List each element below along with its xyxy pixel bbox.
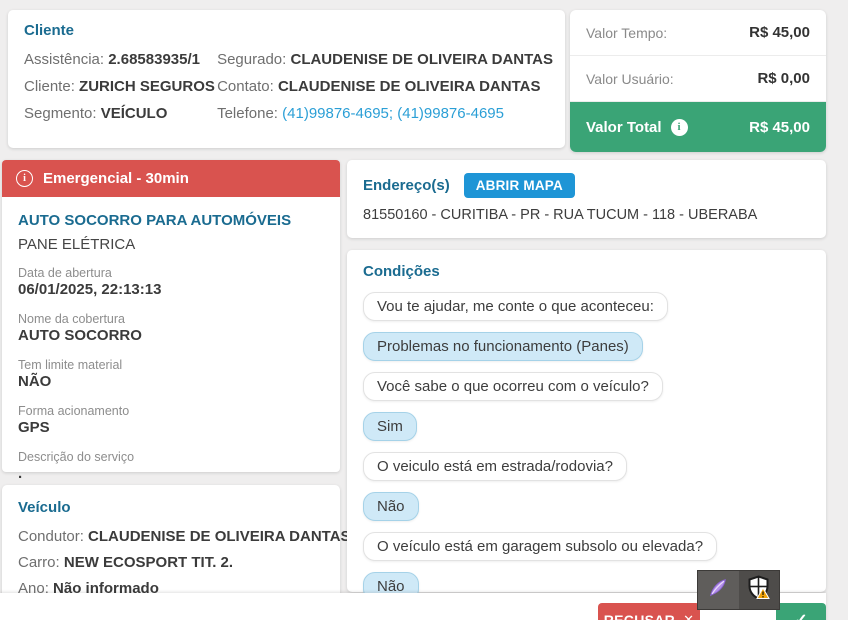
telefone-row: Telefone: (41)99876-4695; (41)99876-4695	[217, 105, 553, 122]
cliente-value: ZURICH SEGUROS	[79, 78, 215, 95]
assistencia-label: Assistência:	[24, 51, 105, 68]
info-icon: i	[16, 170, 33, 187]
valor-tempo-row: Valor Tempo: R$ 45,00	[570, 10, 826, 56]
assistencia-row: Assistência: 2.68583935/1	[24, 51, 217, 68]
segmento-label: Segmento:	[24, 105, 97, 122]
chat-question-bubble: Você sabe o que ocorreu com o veículo?	[363, 372, 663, 401]
field-label: Nome da cobertura	[18, 312, 126, 326]
veiculo-title: Veículo	[18, 499, 71, 516]
servico-title: AUTO SOCORRO PARA AUTOMÓVEIS	[18, 212, 292, 229]
valor-usuario-value: R$ 0,00	[757, 70, 810, 87]
segmento-value: VEÍCULO	[100, 105, 168, 122]
contato-value: CLAUDENISE DE OLIVEIRA DANTAS	[277, 78, 541, 95]
contato-row: Contato: CLAUDENISE DE OLIVEIRA DANTAS	[217, 78, 553, 95]
quill-pen-icon	[707, 577, 729, 604]
recusar-button[interactable]: RECUSAR ✕	[598, 603, 700, 620]
chat-answer-bubble: Sim	[363, 412, 417, 441]
contato-label: Contato:	[217, 78, 274, 95]
chat-question-bubble: O veiculo está em estrada/rodovia?	[363, 452, 627, 481]
cliente-columns: Assistência: 2.68583935/1 Cliente: ZURIC…	[24, 51, 553, 122]
cliente-label: Cliente:	[24, 78, 75, 95]
assistencia-value: 2.68583935/1	[108, 51, 200, 68]
carro-label: Carro:	[18, 554, 60, 571]
data-abertura-field: Data de abertura 06/01/2025, 22:13:13	[18, 266, 324, 299]
valor-tempo-value: R$ 45,00	[749, 24, 810, 41]
segmento-row: Segmento: VEÍCULO	[24, 105, 217, 122]
nome-cobertura-field: Nome da cobertura AUTO SOCORRO	[18, 312, 324, 345]
chat-answer-bubble: Problemas no funcionamento (Panes)	[363, 332, 643, 361]
aceitar-button[interactable]: ✓	[776, 603, 826, 620]
chat-history: Vou te ajudar, me conte o que aconteceu:…	[363, 292, 810, 601]
condutor-row: Condutor: CLAUDENISE DE OLIVEIRA DANTAS	[18, 528, 351, 545]
abrir-mapa-button[interactable]: ABRIR MAPA	[463, 173, 575, 198]
info-icon[interactable]: i	[670, 118, 688, 136]
field-label: Forma acionamento	[18, 404, 130, 418]
descricao-servico-field: Descrição do serviço .	[18, 450, 324, 483]
condutor-label: Condutor:	[18, 528, 84, 545]
field-value: AUTO SOCORRO	[18, 327, 142, 344]
endereco-title: Endereço(s)	[363, 177, 450, 194]
valor-usuario-label: Valor Usuário:	[586, 70, 674, 87]
telefone-label: Telefone:	[217, 105, 278, 122]
endereco-card: Endereço(s) ABRIR MAPA 81550160 - CURITI…	[347, 160, 826, 238]
telefone-link[interactable]: (41)99876-4695; (41)99876-4695	[282, 105, 504, 122]
cliente-card: Cliente Assistência: 2.68583935/1 Client…	[8, 10, 565, 148]
field-value: .	[18, 465, 23, 482]
recusar-label: RECUSAR	[603, 612, 676, 620]
valor-tempo-label: Valor Tempo:	[586, 24, 668, 41]
carro-row: Carro: NEW ECOSPORT TIT. 2.	[18, 554, 324, 571]
forma-acionamento-field: Forma acionamento GPS	[18, 404, 324, 437]
valor-total-value: R$ 45,00	[749, 118, 810, 136]
emergencial-header: i Emergencial - 30min	[2, 160, 340, 197]
valores-card: Valor Tempo: R$ 45,00 Valor Usuário: R$ …	[570, 10, 826, 152]
field-label: Tem limite material	[18, 358, 123, 372]
chat-question-bubble: Vou te ajudar, me conte o que aconteceu:	[363, 292, 668, 321]
servico-subtitle: PANE ELÉTRICA	[18, 236, 136, 253]
emergencial-label: Emergencial - 30min	[43, 170, 189, 187]
carro-value: NEW ECOSPORT TIT. 2.	[63, 554, 234, 571]
drag-cursor-overlay	[697, 570, 780, 610]
check-icon: ✓	[794, 610, 807, 620]
valor-usuario-row: Valor Usuário: R$ 0,00	[570, 56, 826, 102]
chat-question-bubble: O veículo está em garagem subsolo ou ele…	[363, 532, 718, 561]
condicoes-title: Condições	[363, 263, 440, 280]
shield-warning-icon	[747, 575, 771, 605]
limite-material-field: Tem limite material NÃO	[18, 358, 324, 391]
valor-total-row: Valor Total i R$ 45,00	[570, 102, 826, 152]
cliente-row: Cliente: ZURICH SEGUROS	[24, 78, 217, 95]
segurado-row: Segurado: CLAUDENISE DE OLIVEIRA DANTAS	[217, 51, 553, 68]
field-value: NÃO	[18, 373, 52, 390]
field-value: GPS	[18, 419, 50, 436]
chat-answer-bubble: Não	[363, 492, 419, 521]
endereco-address: 81550160 - CURITIBA - PR - RUA TUCUM - 1…	[363, 207, 758, 223]
close-icon: ✕	[683, 612, 695, 620]
condicoes-card: Condições Vou te ajudar, me conte o que …	[347, 250, 826, 601]
servico-card: i Emergencial - 30min AUTO SOCORRO PARA …	[2, 160, 340, 482]
segurado-label: Segurado:	[217, 51, 287, 68]
field-label: Data de abertura	[18, 266, 112, 280]
field-label: Descrição do serviço	[18, 450, 135, 464]
drag-cell	[698, 571, 739, 609]
segurado-value: CLAUDENISE DE OLIVEIRA DANTAS	[290, 51, 553, 68]
cliente-title: Cliente	[24, 22, 75, 39]
valor-total-label: Valor Total	[586, 118, 662, 136]
field-value: 06/01/2025, 22:13:13	[18, 281, 162, 298]
drag-cell	[739, 571, 780, 609]
condutor-value: CLAUDENISE DE OLIVEIRA DANTAS	[88, 528, 351, 545]
